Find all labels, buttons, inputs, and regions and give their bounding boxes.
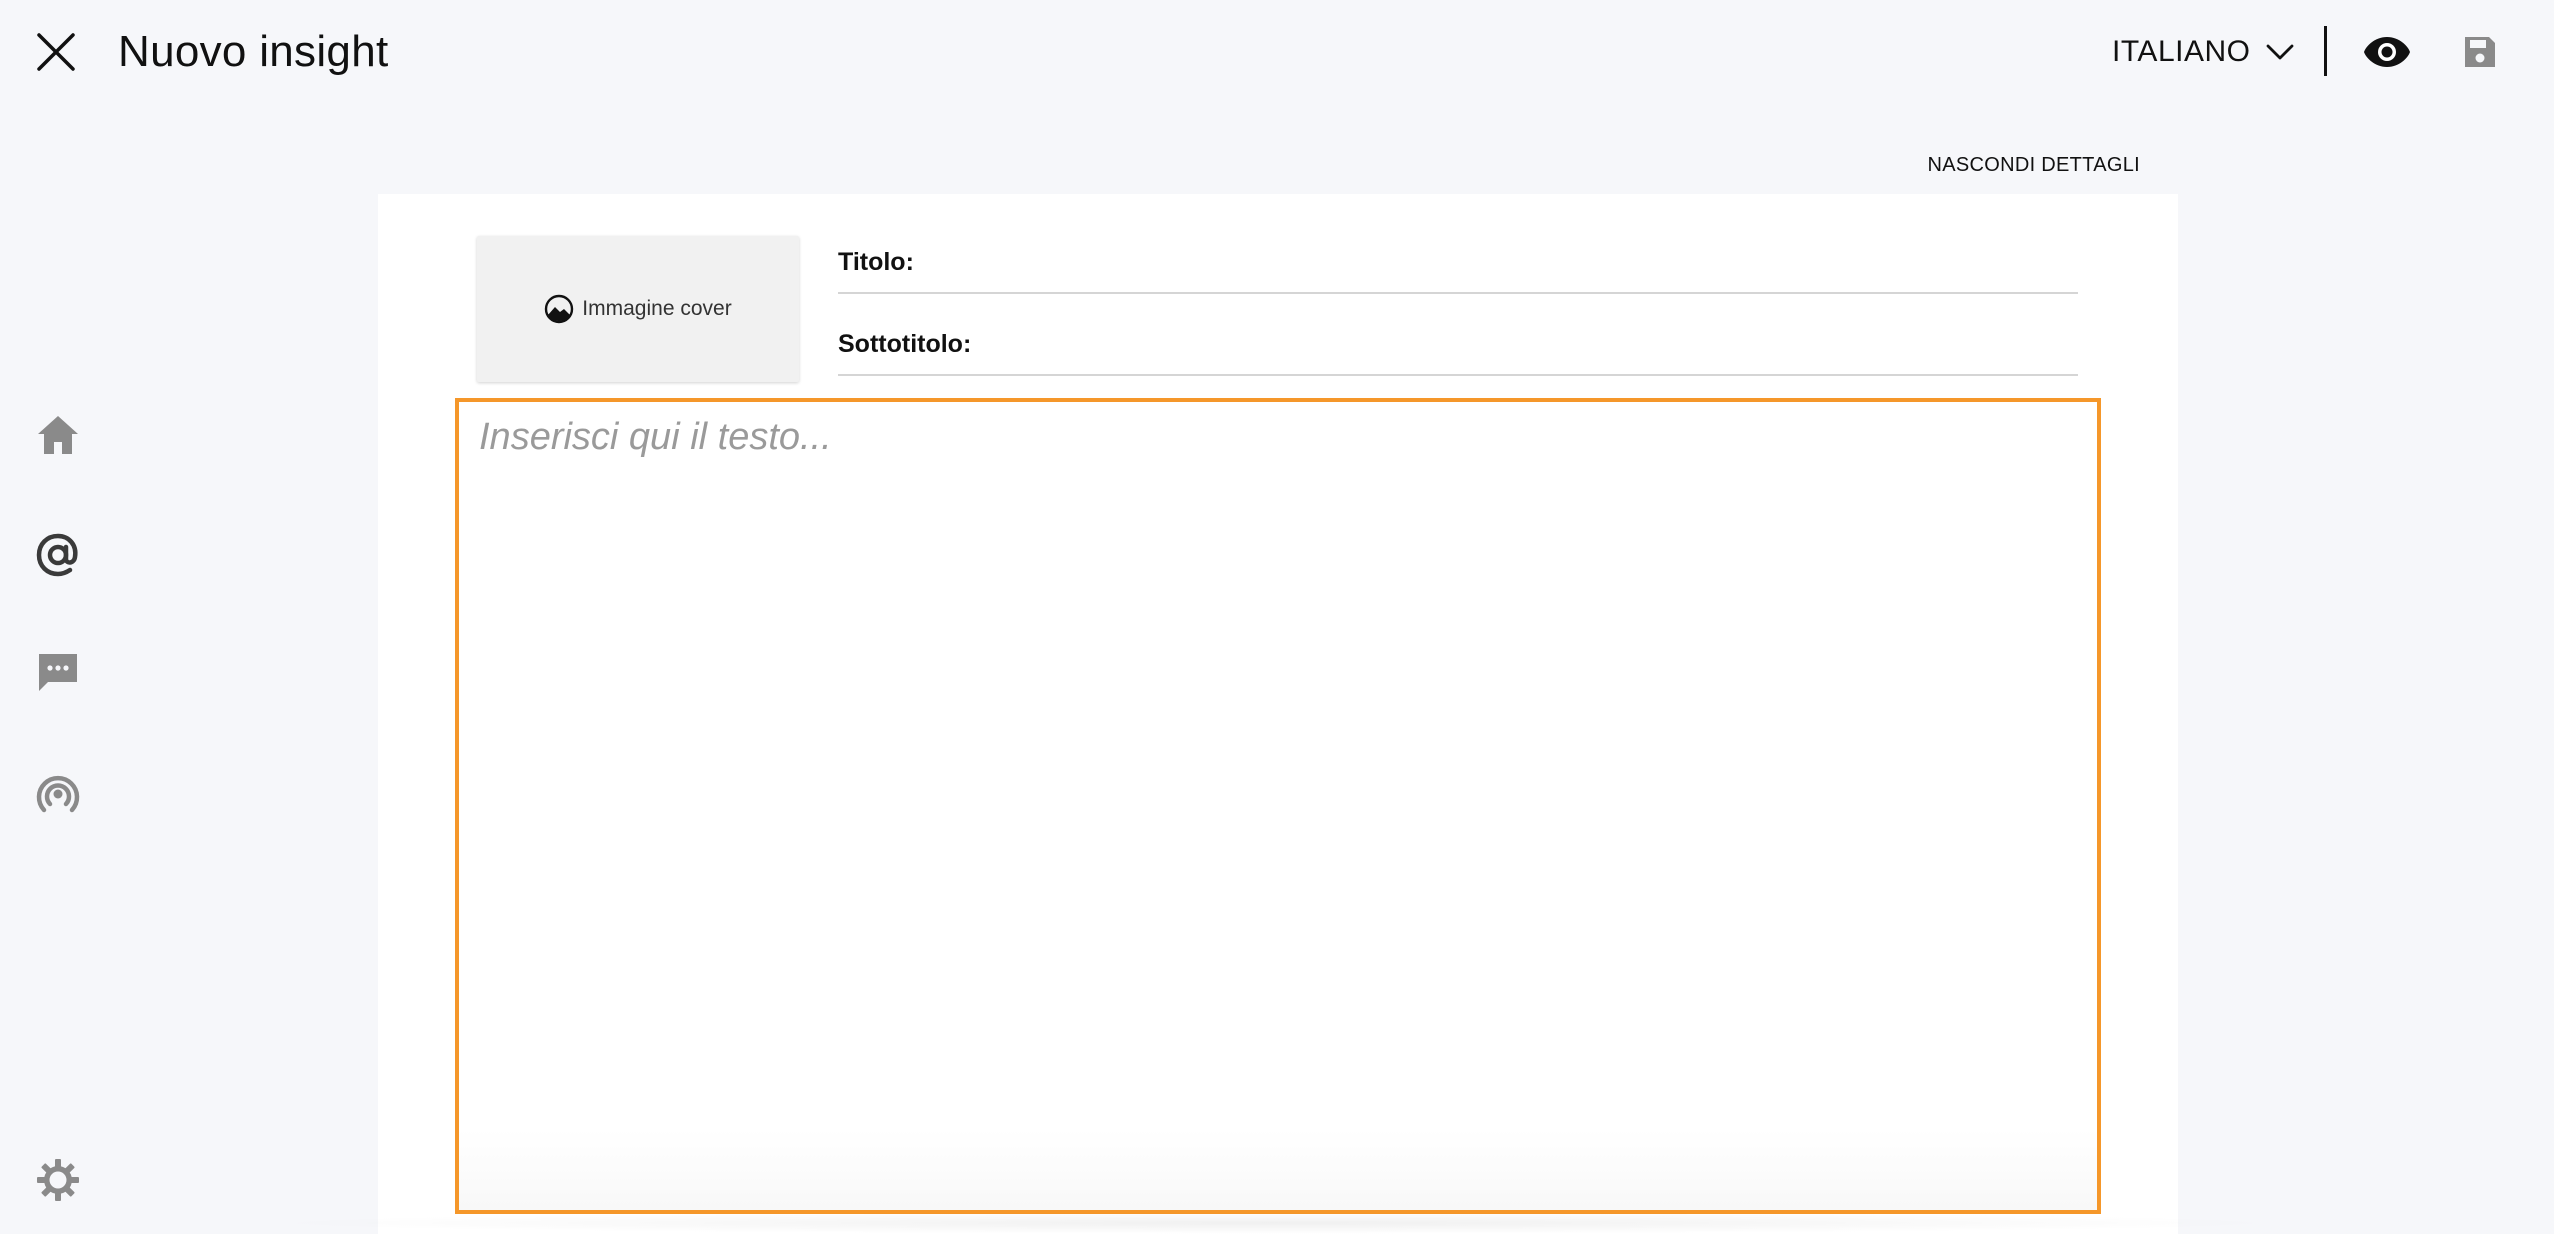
title-label: Titolo: — [838, 247, 914, 276]
language-select[interactable]: ITALIANO — [2112, 28, 2294, 76]
save-icon — [2465, 37, 2495, 67]
cover-image-upload[interactable]: Immagine cover — [477, 236, 799, 382]
landscape-circle-icon — [545, 294, 574, 324]
settings-button[interactable] — [30, 1152, 86, 1208]
page-title: Nuovo insight — [118, 27, 389, 76]
subtitle-label: Sottotitolo: — [838, 329, 972, 358]
close-icon — [37, 33, 75, 71]
title-field[interactable]: Titolo: — [838, 232, 2078, 294]
at-sign-icon — [36, 533, 78, 577]
bottom-shadow — [250, 1212, 2300, 1234]
top-bar: Nuovo insight ITALIANO — [0, 0, 2554, 104]
header-divider — [2324, 26, 2327, 76]
sidebar-item-podcast[interactable] — [30, 766, 86, 822]
save-button[interactable] — [2458, 30, 2502, 74]
sidebar-item-home[interactable] — [30, 407, 86, 463]
home-icon — [38, 416, 78, 454]
chat-icon — [39, 654, 77, 691]
preview-button[interactable] — [2362, 28, 2412, 76]
hide-details-button[interactable]: NASCONDI DETTAGLI — [1880, 154, 2140, 177]
chevron-down-icon — [2267, 44, 2294, 60]
close-button[interactable] — [30, 26, 82, 78]
editor-placeholder: Inserisci qui il testo... — [479, 416, 832, 458]
subtitle-field[interactable]: Sottotitolo: — [838, 314, 2078, 376]
podcast-icon — [36, 775, 80, 813]
sidebar-item-mentions[interactable] — [30, 527, 86, 583]
eye-icon — [2364, 37, 2410, 67]
language-label: ITALIANO — [2112, 35, 2251, 68]
sidebar-item-messages[interactable] — [30, 645, 86, 701]
gear-icon — [37, 1159, 79, 1201]
cover-image-label: Immagine cover — [582, 297, 732, 320]
text-editor[interactable]: Inserisci qui il testo... — [455, 398, 2101, 1214]
